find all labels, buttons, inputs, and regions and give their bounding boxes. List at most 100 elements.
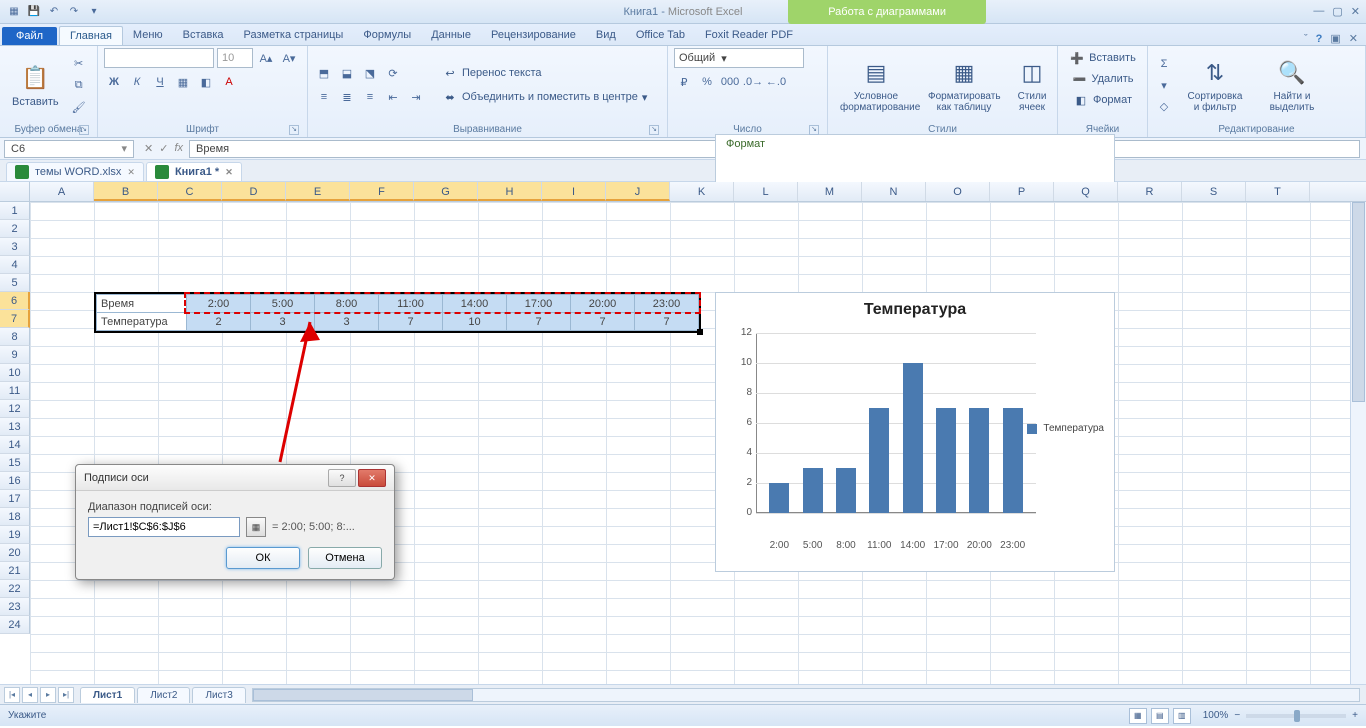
shrink-font-icon[interactable]: A▾ (279, 48, 299, 68)
select-all-corner[interactable] (0, 182, 30, 201)
row-label[interactable]: Время (97, 295, 187, 313)
row-header[interactable]: 7 (0, 310, 30, 328)
format-cells-button[interactable]: ◧Формат (1069, 90, 1136, 110)
zoom-level[interactable]: 100% (1203, 710, 1229, 721)
align-right-icon[interactable]: ≡ (360, 87, 380, 107)
font-combo[interactable] (104, 48, 214, 68)
col-header[interactable]: O (926, 182, 990, 201)
minimize-button[interactable]: — (1313, 5, 1324, 18)
chart-bar[interactable] (803, 468, 823, 513)
cell[interactable]: 5:00 (251, 295, 315, 313)
copy-icon[interactable]: ⧉ (69, 75, 89, 95)
font-size-combo[interactable]: 10 (217, 48, 253, 68)
sheet-tab[interactable]: Лист1 (80, 687, 135, 703)
autosum-icon[interactable]: Σ (1154, 54, 1174, 74)
name-box[interactable]: C6▾ (4, 140, 134, 158)
col-header[interactable]: M (798, 182, 862, 201)
window-close2-icon[interactable]: ✕ (1349, 32, 1358, 45)
paste-button[interactable]: 📋Вставить (6, 60, 65, 110)
cell[interactable]: 2:00 (187, 295, 251, 313)
cell[interactable]: 7 (635, 313, 699, 331)
col-header[interactable]: A (30, 182, 94, 201)
fx-icon[interactable]: fx (174, 142, 183, 155)
normal-view-button[interactable]: ▦ (1129, 708, 1147, 724)
row-header[interactable]: 2 (0, 220, 30, 238)
row-header[interactable]: 9 (0, 346, 30, 364)
tab-меню[interactable]: Меню (123, 26, 173, 45)
axis-range-input[interactable] (88, 517, 240, 537)
currency-icon[interactable]: ₽ (674, 72, 694, 92)
col-header[interactable]: S (1182, 182, 1246, 201)
enter-formula-icon[interactable]: ✓ (159, 142, 168, 155)
cell[interactable]: 7 (507, 313, 571, 331)
conditional-format-button[interactable]: ▤Условное форматирование (834, 55, 918, 115)
inc-decimal-icon[interactable]: .0→ (743, 72, 763, 92)
cell[interactable]: 7 (379, 313, 443, 331)
window-restore-icon[interactable]: ▣ (1330, 32, 1340, 45)
row-header[interactable]: 20 (0, 544, 30, 562)
col-header[interactable]: T (1246, 182, 1310, 201)
col-header[interactable]: L (734, 182, 798, 201)
cell[interactable]: 17:00 (507, 295, 571, 313)
chart-bar[interactable] (936, 408, 956, 513)
find-select-button[interactable]: 🔍Найти и выделить (1256, 55, 1328, 115)
delete-cells-button[interactable]: ➖Удалить (1068, 69, 1138, 89)
number-format-combo[interactable]: Общий▾ (674, 48, 804, 68)
tab-разметка страницы[interactable]: Разметка страницы (234, 26, 354, 45)
chart-bar[interactable] (869, 408, 889, 513)
dialog-titlebar[interactable]: Подписи оси ? ✕ (76, 465, 394, 491)
range-picker-icon[interactable]: ▦ (246, 517, 266, 537)
col-header[interactable]: R (1118, 182, 1182, 201)
percent-icon[interactable]: % (697, 72, 717, 92)
dialog-launcher-icon[interactable]: ↘ (289, 125, 299, 135)
horizontal-scrollbar[interactable] (252, 688, 1360, 702)
chart-bar[interactable] (769, 483, 789, 513)
col-header[interactable]: D (222, 182, 286, 201)
italic-button[interactable]: К (127, 72, 147, 92)
zoom-in-button[interactable]: + (1352, 710, 1358, 721)
col-header[interactable]: N (862, 182, 926, 201)
row-header[interactable]: 19 (0, 526, 30, 544)
chart-title[interactable]: Температура (716, 293, 1114, 327)
row-header[interactable]: 23 (0, 598, 30, 616)
sheet-tab[interactable]: Лист3 (192, 687, 245, 703)
col-header[interactable]: Q (1054, 182, 1118, 201)
cell[interactable]: 14:00 (443, 295, 507, 313)
tab-главная[interactable]: Главная (59, 26, 123, 45)
row-header[interactable]: 6 (0, 292, 30, 310)
row-header[interactable]: 15 (0, 454, 30, 472)
minimize-ribbon-icon[interactable]: ˇ (1304, 33, 1308, 45)
help-icon[interactable]: ? (1316, 33, 1323, 45)
tab-формулы[interactable]: Формулы (353, 26, 421, 45)
cell-styles-button[interactable]: ◫Стили ячеек (1010, 55, 1054, 115)
orientation-icon[interactable]: ⟳ (383, 63, 403, 83)
col-header[interactable]: P (990, 182, 1054, 201)
zoom-out-button[interactable]: − (1234, 710, 1240, 721)
scrollbar-thumb[interactable] (1352, 202, 1365, 402)
format-painter-icon[interactable]: 🖌 (69, 97, 89, 117)
bold-button[interactable]: Ж (104, 72, 124, 92)
data-table[interactable]: Время2:005:008:0011:0014:0017:0020:0023:… (94, 292, 701, 333)
tab-вид[interactable]: Вид (586, 26, 626, 45)
clear-icon[interactable]: ◇ (1154, 96, 1174, 116)
undo-icon[interactable]: ↶ (46, 4, 62, 20)
chart-bar[interactable] (1003, 408, 1023, 513)
format-as-table-button[interactable]: ▦Форматировать как таблицу (922, 55, 1006, 115)
cell[interactable]: 7 (571, 313, 635, 331)
chart-bar[interactable] (969, 408, 989, 513)
col-header[interactable]: I (542, 182, 606, 201)
save-icon[interactable]: 💾 (26, 4, 42, 20)
cancel-formula-icon[interactable]: ✕ (144, 142, 153, 155)
row-header[interactable]: 10 (0, 364, 30, 382)
row-header[interactable]: 4 (0, 256, 30, 274)
row-header[interactable]: 22 (0, 580, 30, 598)
next-sheet-button[interactable]: ▸ (40, 687, 56, 703)
row-header[interactable]: 1 (0, 202, 30, 220)
row-header[interactable]: 21 (0, 562, 30, 580)
col-header[interactable]: G (414, 182, 478, 201)
cancel-button[interactable]: Отмена (308, 547, 382, 569)
align-left-icon[interactable]: ≡ (314, 87, 334, 107)
qat-more-icon[interactable]: ▾ (86, 4, 102, 20)
col-header[interactable]: B (94, 182, 158, 201)
comma-icon[interactable]: 000 (720, 72, 740, 92)
